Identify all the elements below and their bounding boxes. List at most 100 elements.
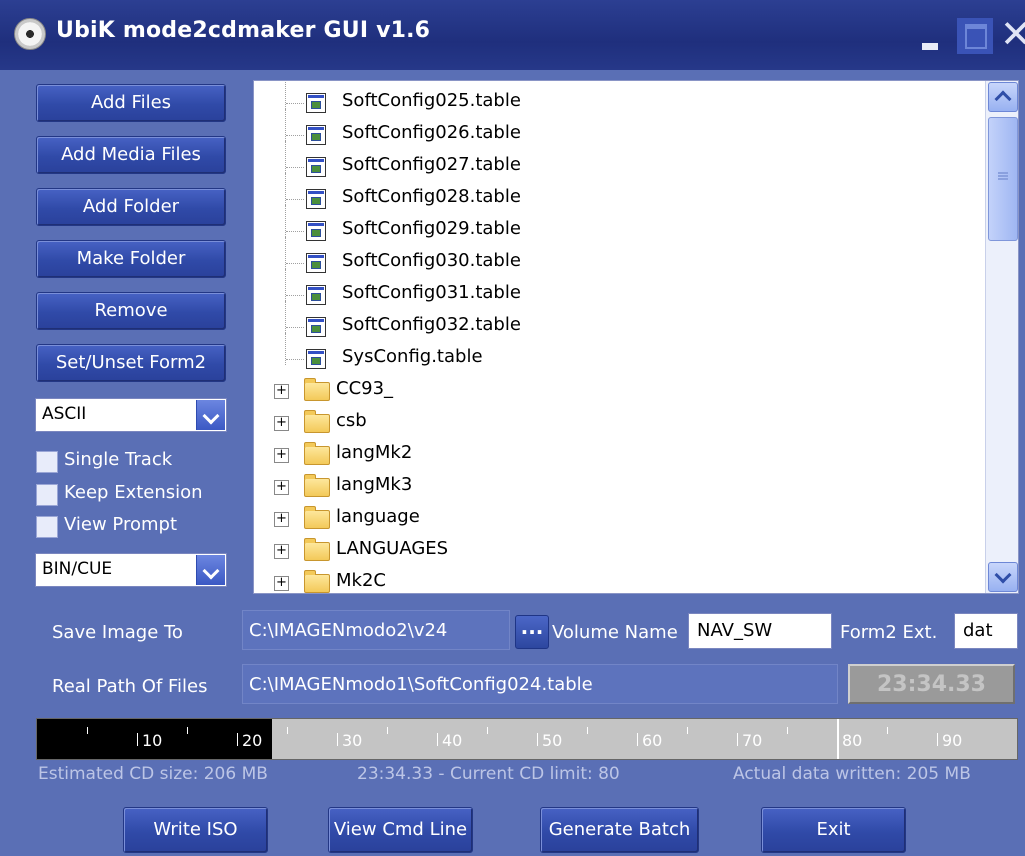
scroll-thumb[interactable] bbox=[988, 117, 1018, 241]
encoding-select[interactable]: ASCII bbox=[35, 398, 227, 432]
save-image-label: Save Image To bbox=[52, 622, 183, 643]
tree-file-row[interactable]: SoftConfig028.table bbox=[254, 173, 984, 215]
scroll-up-icon[interactable] bbox=[988, 82, 1018, 112]
checkbox-box[interactable] bbox=[36, 451, 58, 473]
expand-icon[interactable]: + bbox=[274, 512, 289, 527]
title-bar[interactable]: UbiK mode2cdmaker GUI v1.6 ✕ bbox=[0, 0, 1025, 70]
file-name: SysConfig.table bbox=[342, 346, 483, 367]
folder-name: langMk3 bbox=[336, 474, 413, 495]
table-file-icon bbox=[306, 189, 326, 209]
minor-tick bbox=[287, 727, 288, 734]
table-file-icon bbox=[306, 317, 326, 337]
maximize-button[interactable] bbox=[957, 18, 993, 54]
tree-file-row[interactable]: SoftConfig025.table bbox=[254, 81, 984, 119]
write-iso-button[interactable]: Write ISO bbox=[123, 807, 268, 853]
time-display: 23:34.33 bbox=[848, 664, 1015, 704]
checkbox-box[interactable] bbox=[36, 516, 58, 538]
tree-file-row[interactable]: SoftConfig032.table bbox=[254, 301, 984, 343]
table-file-icon bbox=[306, 125, 326, 145]
tick-mark bbox=[937, 733, 938, 746]
exit-button[interactable]: Exit bbox=[761, 807, 906, 853]
expand-icon[interactable]: + bbox=[274, 448, 289, 463]
tree-folder-row[interactable]: + Mk2C bbox=[254, 567, 984, 593]
add-media-files-button[interactable]: Add Media Files bbox=[36, 136, 226, 174]
folder-name: csb bbox=[336, 410, 367, 431]
save-image-path[interactable]: C:\IMAGENmodo2\v24 bbox=[242, 610, 510, 650]
tree-file-row[interactable]: SoftConfig030.table bbox=[254, 237, 984, 279]
format-select[interactable]: BIN/CUE bbox=[35, 553, 227, 587]
folder-name: language bbox=[336, 506, 420, 527]
file-name: SoftConfig029.table bbox=[342, 218, 521, 239]
expand-icon[interactable]: + bbox=[274, 576, 289, 591]
folder-name: LANGUAGES bbox=[336, 538, 449, 559]
tick-label: 70 bbox=[742, 731, 763, 750]
minor-tick bbox=[187, 727, 188, 734]
expand-icon[interactable]: + bbox=[274, 416, 289, 431]
window-title: UbiK mode2cdmaker GUI v1.6 bbox=[56, 18, 431, 43]
table-file-icon bbox=[306, 93, 326, 113]
tick-label: 60 bbox=[642, 731, 663, 750]
data-written-text: Actual data written: 205 MB bbox=[733, 764, 971, 784]
minor-tick bbox=[687, 727, 688, 734]
chevron-down-icon[interactable] bbox=[196, 400, 225, 430]
chevron-down-icon[interactable] bbox=[196, 555, 225, 585]
tree-folder-row[interactable]: + CC93_ bbox=[254, 375, 984, 407]
volume-name-label: Volume Name bbox=[552, 622, 678, 643]
make-folder-button[interactable]: Make Folder bbox=[36, 240, 226, 278]
minor-tick bbox=[587, 727, 588, 734]
expand-icon[interactable]: + bbox=[274, 384, 289, 399]
real-path-field: C:\IMAGENmodo1\SoftConfig024.table bbox=[242, 664, 838, 704]
cd-limit-text: 23:34.33 - Current CD limit: 80 bbox=[357, 764, 620, 784]
tree-folder-row[interactable]: + langMk3 bbox=[254, 471, 984, 503]
remove-button[interactable]: Remove bbox=[36, 292, 226, 330]
volume-name-input[interactable]: NAV_SW bbox=[688, 613, 832, 649]
tick-mark bbox=[437, 733, 438, 746]
folder-name: langMk2 bbox=[336, 442, 413, 463]
folder-icon bbox=[304, 378, 330, 401]
expand-icon[interactable]: + bbox=[274, 480, 289, 495]
tree-file-row[interactable]: SoftConfig027.table bbox=[254, 141, 984, 183]
table-file-icon bbox=[306, 349, 326, 369]
file-tree[interactable]: SoftConfig025.table SoftConfig026.table … bbox=[253, 80, 1019, 594]
tree-file-row[interactable]: SoftConfig026.table bbox=[254, 109, 984, 151]
minor-tick bbox=[787, 727, 788, 734]
tree-folder-row[interactable]: + LANGUAGES bbox=[254, 535, 984, 567]
table-file-icon bbox=[306, 221, 326, 241]
form2-ext-input[interactable]: dat bbox=[954, 613, 1018, 649]
add-files-button[interactable]: Add Files bbox=[36, 84, 226, 122]
close-button[interactable]: ✕ bbox=[1000, 15, 1025, 54]
tick-label: 30 bbox=[342, 731, 363, 750]
minor-tick bbox=[387, 727, 388, 734]
checkbox-label: Single Track bbox=[64, 449, 173, 470]
cd-icon bbox=[14, 18, 46, 50]
expand-icon[interactable]: + bbox=[274, 544, 289, 559]
minor-tick bbox=[487, 727, 488, 734]
checkbox-label: Keep Extension bbox=[64, 482, 203, 503]
folder-icon bbox=[304, 506, 330, 529]
tree-rows: SoftConfig025.table SoftConfig026.table … bbox=[254, 81, 984, 593]
generate-batch-button[interactable]: Generate Batch bbox=[540, 807, 699, 853]
tick-label: 90 bbox=[942, 731, 963, 750]
tick-mark bbox=[637, 733, 638, 746]
tree-file-row[interactable]: SysConfig.table bbox=[254, 333, 984, 375]
checkbox-box[interactable] bbox=[36, 484, 58, 506]
tree-scrollbar[interactable] bbox=[985, 81, 1018, 593]
table-file-icon bbox=[306, 253, 326, 273]
tree-folder-row[interactable]: + language bbox=[254, 503, 984, 535]
minimize-button[interactable] bbox=[914, 18, 948, 54]
tick-mark bbox=[337, 733, 338, 746]
view-cmd-line-button[interactable]: View Cmd Line bbox=[328, 807, 473, 853]
tree-file-row[interactable]: SoftConfig029.table bbox=[254, 205, 984, 247]
file-name: SoftConfig032.table bbox=[342, 314, 521, 335]
tick-label: 40 bbox=[442, 731, 463, 750]
set-unset-form2-button[interactable]: Set/Unset Form2 bbox=[36, 344, 226, 382]
browse-button[interactable]: ... bbox=[515, 615, 549, 649]
tree-folder-row[interactable]: + langMk2 bbox=[254, 439, 984, 471]
add-folder-button[interactable]: Add Folder bbox=[36, 188, 226, 226]
table-file-icon bbox=[306, 157, 326, 177]
encoding-value: ASCII bbox=[42, 404, 87, 424]
folder-name: Mk2C bbox=[336, 570, 386, 591]
scroll-down-icon[interactable] bbox=[988, 562, 1018, 592]
tree-file-row[interactable]: SoftConfig031.table bbox=[254, 269, 984, 311]
tree-folder-row[interactable]: + csb bbox=[254, 407, 984, 439]
